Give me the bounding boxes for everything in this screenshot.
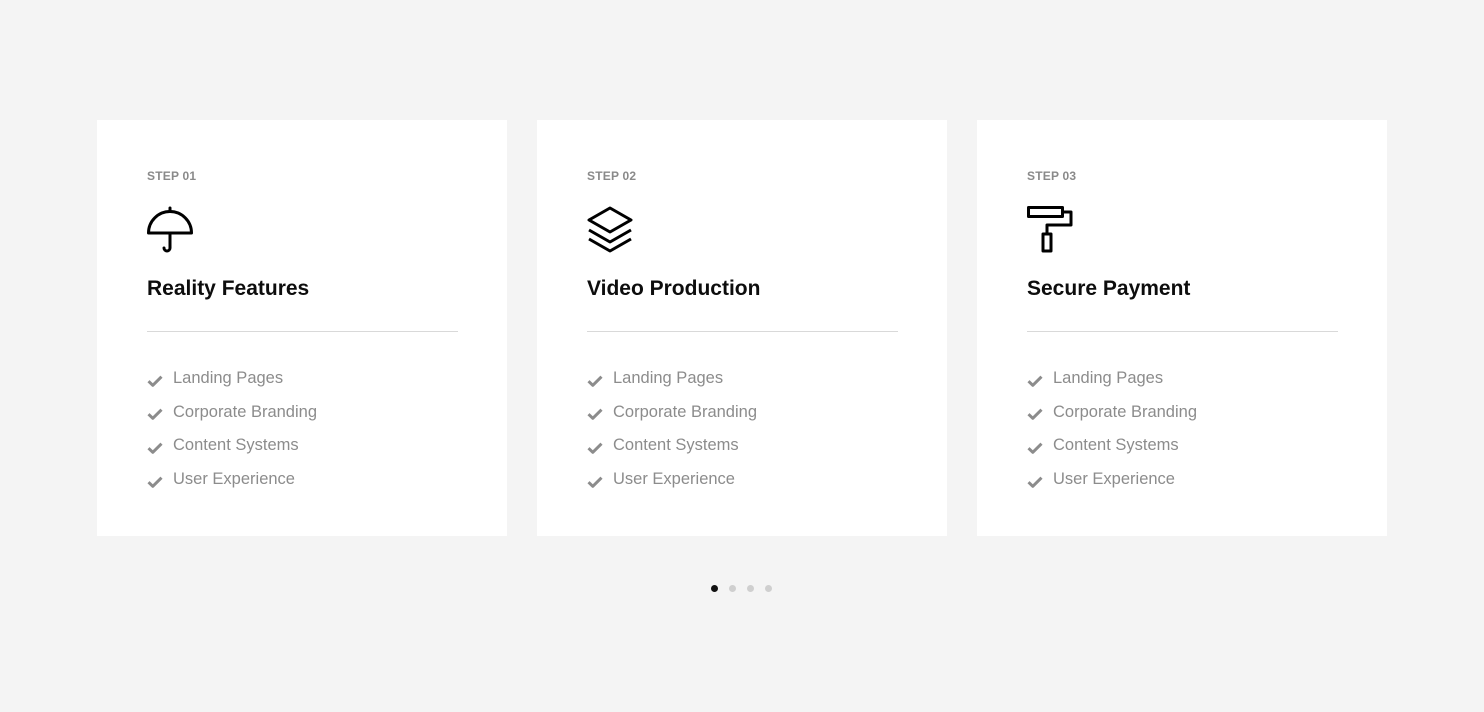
list-item: Landing Pages (1027, 362, 1337, 396)
check-icon (1027, 440, 1043, 454)
divider (1027, 331, 1338, 332)
check-icon (147, 440, 163, 454)
carousel-pagination (711, 585, 772, 592)
layers-icon (587, 206, 635, 254)
list-item: Corporate Branding (587, 396, 897, 430)
list-item: Content Systems (147, 429, 457, 463)
feature-label: Corporate Branding (1053, 402, 1198, 421)
feature-list: Landing Pages Corporate Branding Content… (147, 362, 457, 496)
check-icon (1027, 406, 1043, 421)
feature-label: User Experience (613, 470, 735, 489)
list-item: Corporate Branding (1027, 396, 1337, 430)
feature-label: Landing Pages (613, 369, 724, 388)
feature-label: Landing Pages (1053, 369, 1164, 388)
feature-label: Corporate Branding (613, 402, 758, 421)
list-item: Landing Pages (587, 362, 897, 396)
feature-label: Landing Pages (173, 369, 284, 388)
feature-label: Content Systems (613, 436, 739, 455)
step-card: STEP 03 Secure Payment Landing Pages Cor (977, 120, 1387, 536)
umbrella-icon (147, 206, 195, 254)
check-icon (587, 474, 603, 488)
step-card: STEP 01 Reality Features Landing Pages C (97, 120, 507, 536)
pagination-dot-4[interactable] (765, 585, 772, 592)
check-icon (587, 373, 603, 387)
divider (147, 331, 458, 332)
check-icon (1027, 373, 1043, 387)
card-title: Secure Payment (1027, 277, 1191, 300)
steps-carousel: STEP 01 Reality Features Landing Pages C (97, 120, 1387, 536)
feature-label: Corporate Branding (173, 402, 318, 421)
card-title: Reality Features (147, 277, 310, 300)
step-label: STEP 01 (147, 169, 197, 183)
pagination-dot-3[interactable] (747, 585, 754, 592)
step-card: STEP 02 Video Production Landing Pages C (537, 120, 947, 536)
list-item: Landing Pages (147, 362, 457, 396)
check-icon (147, 474, 163, 488)
check-icon (147, 406, 163, 421)
feature-label: Content Systems (173, 436, 299, 455)
feature-list: Landing Pages Corporate Branding Content… (587, 362, 897, 496)
list-item: Content Systems (1027, 429, 1337, 463)
pagination-dot-2[interactable] (729, 585, 736, 592)
divider (587, 331, 898, 332)
list-item: User Experience (1027, 463, 1337, 497)
feature-list: Landing Pages Corporate Branding Content… (1027, 362, 1337, 496)
list-item: User Experience (147, 463, 457, 497)
check-icon (1027, 474, 1043, 488)
feature-label: User Experience (1053, 470, 1175, 489)
list-item: Corporate Branding (147, 396, 457, 430)
feature-label: User Experience (173, 470, 295, 489)
step-label: STEP 02 (587, 169, 637, 183)
card-title: Video Production (587, 277, 761, 300)
feature-label: Content Systems (1053, 436, 1179, 455)
check-icon (587, 406, 603, 421)
check-icon (587, 440, 603, 454)
list-item: Content Systems (587, 429, 897, 463)
list-item: User Experience (587, 463, 897, 497)
pagination-dot-1[interactable] (711, 585, 718, 592)
paint-roller-icon (1027, 206, 1075, 254)
check-icon (147, 373, 163, 387)
step-label: STEP 03 (1027, 169, 1077, 183)
